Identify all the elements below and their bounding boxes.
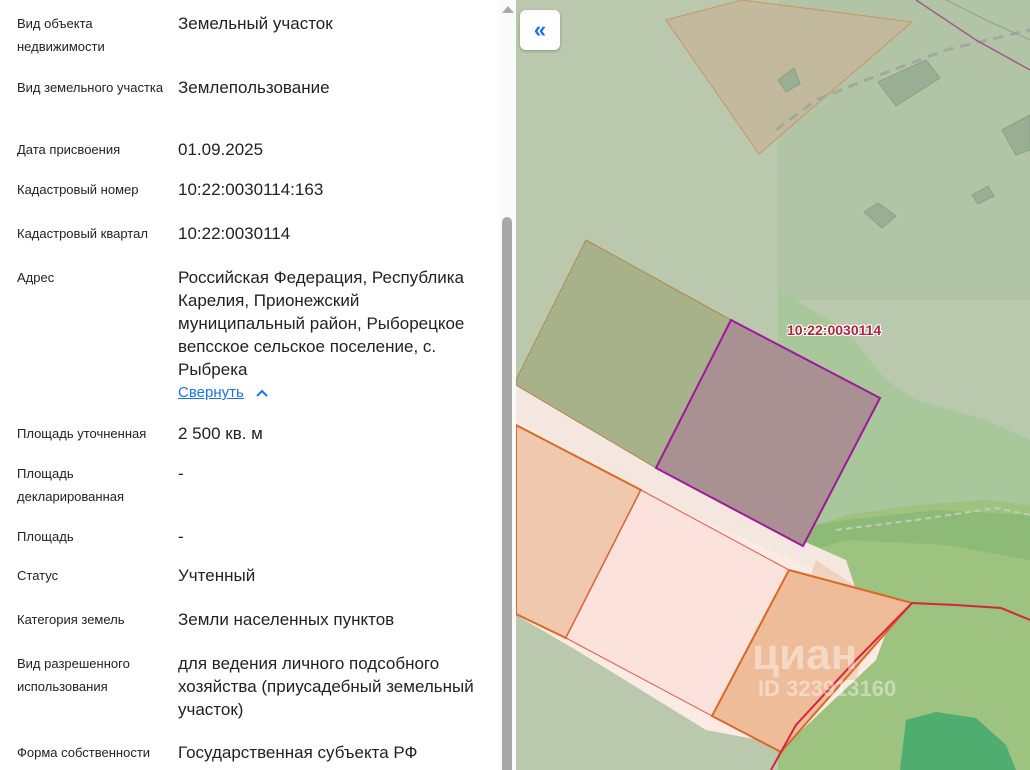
- double-chevron-left-icon: «: [533, 17, 547, 42]
- value-ownership: Государственная субъекта РФ: [178, 743, 418, 762]
- value-status: Учтенный: [178, 566, 256, 585]
- address-collapse-label: Свернуть: [178, 384, 244, 401]
- label-area-declared: Площадь декларированная: [17, 466, 125, 504]
- label-object-type: Вид объекта недвижимости: [17, 16, 105, 54]
- value-cadastral-block: 10:22:0030114: [178, 224, 291, 243]
- watermark-id: ID 323913160: [758, 676, 897, 701]
- label-area: Площадь: [17, 529, 74, 544]
- label-area-refined: Площадь уточненная: [17, 426, 147, 441]
- value-land-category: Земли населенных пунктов: [178, 610, 395, 629]
- label-status: Статус: [17, 568, 59, 583]
- property-details-panel: Вид объекта недвижимости Земельный участ…: [0, 0, 500, 770]
- value-area: -: [178, 527, 184, 546]
- value-permitted-use: для ведения личного подсобного хозяйства…: [178, 654, 474, 719]
- scroll-up-arrow-icon[interactable]: [502, 6, 514, 13]
- value-area-refined: 2 500 кв. м: [178, 424, 263, 443]
- value-land-type: Землепользование: [178, 78, 330, 97]
- collapse-panel-button[interactable]: «: [520, 10, 560, 50]
- details-scrollbar[interactable]: [500, 0, 516, 770]
- label-cadastral-block: Кадастровый квартал: [17, 226, 148, 241]
- label-permitted-use: Вид разрешенного использования: [17, 656, 130, 694]
- scrollbar-thumb[interactable]: [502, 217, 512, 770]
- cadastral-block-label: 10:22:0030114: [787, 322, 882, 338]
- label-address: Адрес: [17, 270, 55, 285]
- label-ownership: Форма собственности: [17, 745, 151, 760]
- value-assign-date: 01.09.2025: [178, 140, 264, 159]
- label-cadastral-number: Кадастровый номер: [17, 182, 139, 197]
- value-address: Российская Федерация, Республика Карелия…: [178, 268, 465, 379]
- value-area-declared: -: [178, 464, 184, 483]
- watermark-logo: циан: [752, 630, 858, 679]
- label-land-type: Вид земельного участка: [17, 80, 164, 95]
- label-land-category: Категория земель: [17, 612, 125, 627]
- value-cadastral-number: 10:22:0030114:163: [178, 180, 324, 199]
- label-assign-date: Дата присвоения: [17, 142, 121, 157]
- value-object-type: Земельный участок: [178, 14, 333, 33]
- address-collapse-link[interactable]: Свернуть: [178, 384, 268, 401]
- chevron-up-icon: [256, 384, 268, 401]
